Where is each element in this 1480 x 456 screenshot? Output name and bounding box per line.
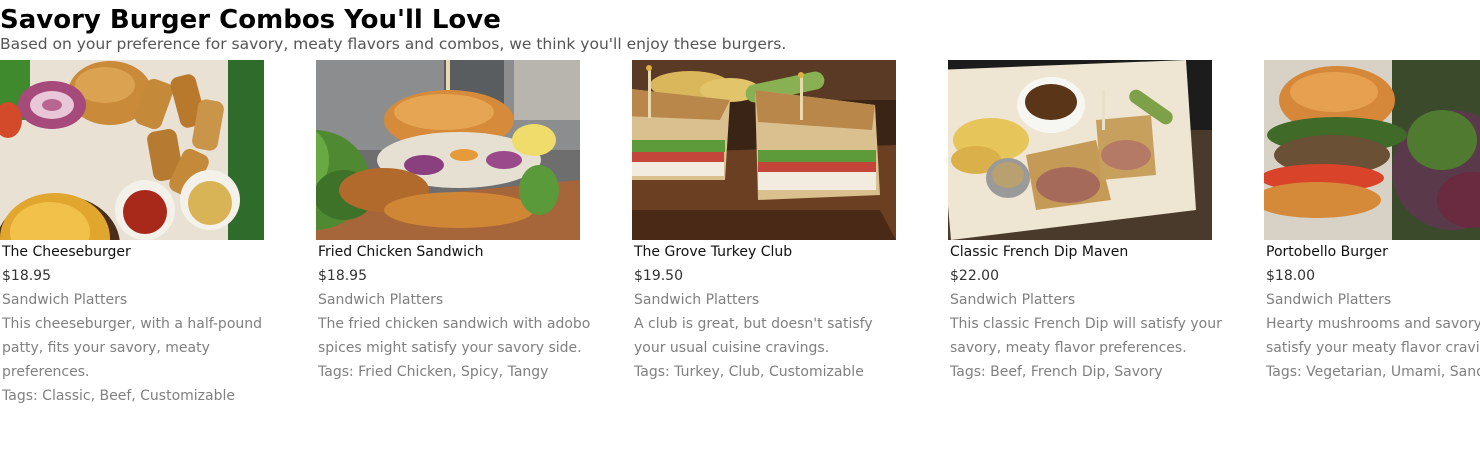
tags-value: Vegetarian, Umami, Sandwich: [1306, 364, 1480, 380]
product-category: Sandwich Platters: [2, 292, 128, 308]
product-image-grove-turkey-club[interactable]: [632, 60, 896, 240]
product-description: A club is great, but doesn't satisfy you…: [634, 316, 873, 356]
product-description: This classic French Dip will satisfy you…: [950, 316, 1222, 356]
product-card-grove-turkey-club[interactable]: The Grove Turkey Club $19.50 Sandwich Pl…: [632, 60, 948, 456]
product-image-classic-french-dip[interactable]: [948, 60, 1212, 240]
product-carousel: The Cheeseburger $18.95 Sandwich Platter…: [0, 60, 1480, 456]
product-category: Sandwich Platters: [1266, 292, 1392, 308]
product-tags: Tags: Classic, Beef, Customizable: [2, 384, 302, 408]
product-info: The Grove Turkey Club $19.50 Sandwich Pl…: [634, 240, 934, 384]
product-category: Sandwich Platters: [634, 292, 760, 308]
product-category: Sandwich Platters: [318, 292, 444, 308]
product-card-portobello-burger[interactable]: Portobello Burger $18.00 Sandwich Platte…: [1264, 60, 1480, 456]
product-tags: Tags: Turkey, Club, Customizable: [634, 360, 934, 384]
product-name[interactable]: The Cheeseburger: [2, 240, 302, 264]
tags-label: Tags:: [318, 364, 359, 380]
product-info: Portobello Burger $18.00 Sandwich Platte…: [1266, 240, 1480, 384]
product-info: The Cheeseburger $18.95 Sandwich Platter…: [2, 240, 302, 408]
tags-label: Tags:: [634, 364, 675, 380]
product-info: Fried Chicken Sandwich $18.95 Sandwich P…: [318, 240, 618, 384]
tags-label: Tags:: [950, 364, 991, 380]
product-tags: Tags: Beef, French Dip, Savory: [950, 360, 1250, 384]
product-card-classic-french-dip[interactable]: Classic French Dip Maven $22.00 Sandwich…: [948, 60, 1264, 456]
product-description: This cheeseburger, with a half-pound pat…: [2, 316, 263, 380]
product-price: $19.50: [634, 268, 683, 284]
tags-value: Turkey, Club, Customizable: [674, 364, 864, 380]
product-name[interactable]: Classic French Dip Maven: [950, 240, 1250, 264]
product-name[interactable]: Portobello Burger: [1266, 240, 1480, 264]
product-price: $22.00: [950, 268, 999, 284]
section-subtitle: Based on your preference for savory, mea…: [0, 35, 787, 53]
tags-value: Fried Chicken, Spicy, Tangy: [358, 364, 549, 380]
product-description: Hearty mushrooms and savory toppings sat…: [1266, 316, 1480, 356]
product-name[interactable]: Fried Chicken Sandwich: [318, 240, 618, 264]
product-price: $18.00: [1266, 268, 1315, 284]
tags-value: Classic, Beef, Customizable: [42, 388, 235, 404]
product-card-cheeseburger[interactable]: The Cheeseburger $18.95 Sandwich Platter…: [0, 60, 316, 456]
product-price: $18.95: [2, 268, 51, 284]
section-title: Savory Burger Combos You'll Love: [0, 5, 501, 35]
tags-label: Tags:: [1266, 364, 1307, 380]
product-tags: Tags: Fried Chicken, Spicy, Tangy: [318, 360, 618, 384]
product-name[interactable]: The Grove Turkey Club: [634, 240, 934, 264]
recommendations-page: Savory Burger Combos You'll Love Based o…: [0, 0, 1480, 456]
tags-label: Tags:: [2, 388, 43, 404]
product-card-fried-chicken-sandwich[interactable]: Fried Chicken Sandwich $18.95 Sandwich P…: [316, 60, 632, 456]
product-info: Classic French Dip Maven $22.00 Sandwich…: [950, 240, 1250, 384]
product-image-portobello-burger[interactable]: [1264, 60, 1480, 240]
tags-value: Beef, French Dip, Savory: [990, 364, 1163, 380]
product-price: $18.95: [318, 268, 367, 284]
product-image-fried-chicken-sandwich[interactable]: [316, 60, 580, 240]
product-image-cheeseburger[interactable]: [0, 60, 264, 240]
product-tags: Tags: Vegetarian, Umami, Sandwich: [1266, 360, 1480, 384]
product-description: The fried chicken sandwich with adobo sp…: [318, 316, 591, 356]
product-category: Sandwich Platters: [950, 292, 1076, 308]
